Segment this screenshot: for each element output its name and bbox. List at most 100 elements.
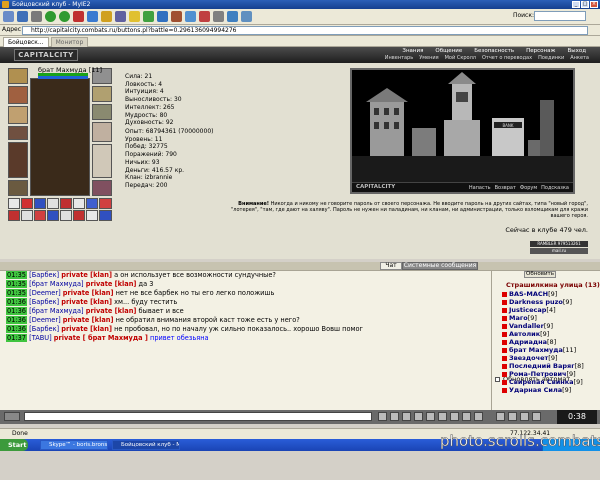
private-icon[interactable] (502, 315, 507, 321)
block-popup-icon[interactable] (199, 11, 210, 22)
user-name[interactable]: Автолик (509, 330, 540, 338)
nav-fights[interactable]: Поединки (535, 55, 567, 61)
user-name[interactable]: Последний Варяг (509, 362, 575, 370)
scroll-slot-icon[interactable] (86, 210, 98, 221)
nav-security[interactable]: Безопасность (468, 48, 520, 54)
translit-icon[interactable] (438, 412, 447, 421)
favorites-icon[interactable] (129, 11, 140, 22)
online-user[interactable]: Vandaller[9] (502, 322, 553, 330)
home-icon[interactable] (101, 11, 112, 22)
print-icon[interactable] (31, 11, 42, 22)
new-window-icon[interactable] (3, 11, 14, 22)
private-icon[interactable] (502, 339, 507, 345)
private-icon[interactable] (502, 379, 507, 385)
online-user[interactable]: Автолик[9] (502, 330, 549, 338)
user-name[interactable]: Ударная Сила (509, 386, 562, 394)
map-icon[interactable] (520, 412, 529, 421)
user-name[interactable]: Justicecap (509, 306, 546, 314)
options-icon[interactable] (241, 11, 252, 22)
online-user[interactable]: Justicecap[4] (502, 306, 556, 314)
online-user[interactable]: BAS-MACH[9] (502, 290, 557, 298)
scroll-slot-icon[interactable] (47, 198, 59, 209)
scroll-slot-icon[interactable] (99, 210, 112, 221)
message-sender[interactable]: [Барбек] (29, 298, 59, 306)
maximize-button[interactable]: □ (581, 1, 589, 8)
user-name[interactable]: Звездочет (509, 354, 548, 362)
city-view[interactable]: BANK CAPITALCITY Напасть Возврат Форум П… (350, 68, 575, 194)
online-user[interactable]: Рома-Петрович[9] (502, 370, 576, 378)
scroll-slot-icon[interactable] (73, 210, 85, 221)
nav-profile[interactable]: Анкета (567, 55, 592, 61)
scroll-icon[interactable] (474, 412, 483, 421)
private-icon[interactable] (502, 323, 507, 329)
user-name[interactable]: BAS-MACH (509, 290, 548, 298)
help-icon[interactable] (450, 412, 459, 421)
address-input[interactable]: http://capitalcity.combats.ru/buttons.pl… (22, 26, 588, 35)
nav-communication[interactable]: Общение (429, 48, 468, 54)
user-name[interactable]: Darkness puzo (509, 298, 563, 306)
tab-monitor[interactable]: Монитор (50, 37, 89, 47)
online-user[interactable]: Маго[9] (502, 314, 537, 322)
save-icon[interactable] (17, 11, 28, 22)
nav-character[interactable]: Персонаж (520, 48, 561, 54)
scroll-slot-icon[interactable] (8, 210, 20, 221)
tab-chat[interactable]: Чат (380, 262, 402, 270)
tab-system-messages[interactable]: Системные сообщения (402, 262, 478, 270)
scroll-slot-icon[interactable] (21, 210, 33, 221)
user-name[interactable]: Маго (509, 314, 528, 322)
boots-slot-icon[interactable] (8, 180, 28, 196)
clear-icon[interactable] (390, 412, 399, 421)
scroll-slot-icon[interactable] (73, 198, 85, 209)
nav-my-scroll[interactable]: Мой Скролл (442, 55, 479, 61)
private-icon[interactable] (502, 291, 507, 297)
message-sender[interactable]: [Барбек] (29, 271, 59, 279)
hint-link[interactable]: Подсказка (541, 185, 569, 191)
back-icon[interactable] (45, 11, 56, 22)
tab-combats[interactable]: Бойцовск... (3, 37, 49, 47)
message-sender[interactable]: [брат Махмуда] (29, 280, 83, 288)
private-tag[interactable]: private [klan] (63, 316, 114, 324)
private-tag[interactable]: private [klan] (86, 280, 137, 288)
shield-slot-icon[interactable] (92, 144, 112, 178)
history-icon[interactable] (143, 11, 154, 22)
private-icon[interactable] (502, 347, 507, 353)
nav-transfer-report[interactable]: Отчет о переводах (479, 55, 535, 61)
weapon-slot-icon[interactable] (8, 86, 28, 104)
armor-slot-icon[interactable] (8, 106, 28, 124)
private-tag[interactable]: private [klan] (61, 271, 112, 279)
mailru-counter[interactable]: mail.ru (530, 248, 588, 254)
chat-menu-icon[interactable] (4, 412, 20, 421)
taskbar-combats[interactable]: Бойцовский клуб - M... (112, 440, 180, 450)
mail-icon[interactable] (157, 11, 168, 22)
nav-knowledge[interactable]: Знания (396, 48, 429, 54)
scroll-slot-icon[interactable] (21, 198, 33, 209)
private-icon[interactable] (502, 387, 507, 393)
nav-inventory[interactable]: Инвентарь (382, 55, 416, 61)
smiles-icon[interactable] (402, 412, 411, 421)
helmet-slot-icon[interactable] (8, 68, 28, 84)
user-name[interactable]: Vandaller (509, 322, 544, 330)
user-name[interactable]: Свирепая Свинка (509, 378, 574, 386)
images-icon[interactable] (213, 11, 224, 22)
online-user[interactable]: Ударная Сила[9] (502, 386, 571, 394)
stop-icon[interactable] (73, 11, 84, 22)
start-button[interactable]: Start (0, 439, 28, 451)
close-button[interactable]: × (590, 1, 598, 8)
message-sender[interactable]: [брат Махмуда] (29, 307, 83, 315)
search-input[interactable] (534, 11, 586, 21)
exit-icon[interactable] (532, 412, 541, 421)
forward-icon[interactable] (59, 11, 70, 22)
user-name[interactable]: Рома-Петрович (509, 370, 567, 378)
layout-icon[interactable] (227, 11, 238, 22)
gloves-slot-icon[interactable] (92, 122, 112, 142)
scroll-slot-icon[interactable] (34, 198, 46, 209)
private-icon[interactable] (502, 371, 507, 377)
globe-icon[interactable] (185, 11, 196, 22)
private-tag[interactable]: private [klan] (86, 307, 137, 315)
online-user[interactable]: Последний Варяг[8] (502, 362, 584, 370)
extra-slot-icon[interactable] (92, 180, 112, 196)
legs-slot-icon[interactable] (8, 142, 28, 178)
message-sender[interactable]: [Deemer] (29, 289, 61, 297)
scroll-slot-icon[interactable] (8, 198, 20, 209)
log-icon[interactable] (462, 412, 471, 421)
